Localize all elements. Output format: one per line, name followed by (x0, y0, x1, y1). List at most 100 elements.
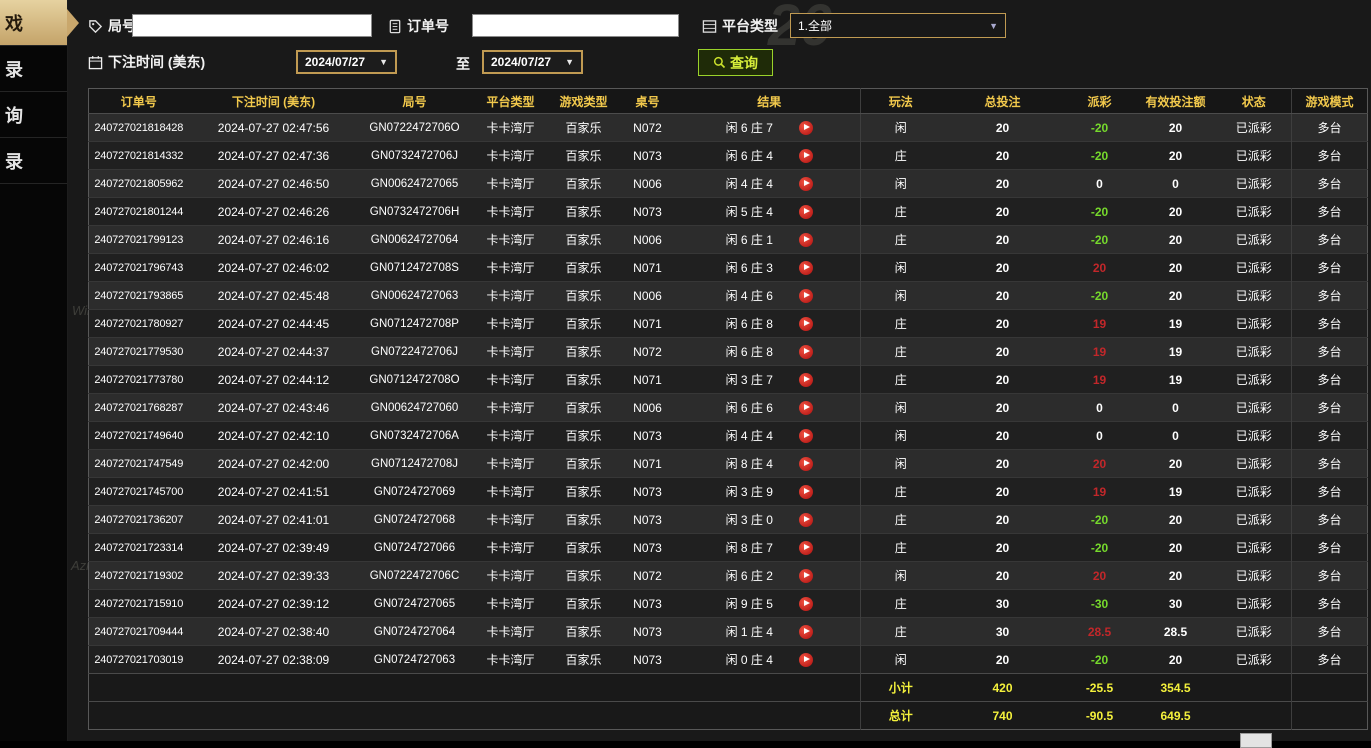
table-row: 240727021723314 2024-07-27 02:39:49 GN07… (89, 534, 1368, 562)
round-id-cell: GN0724727069 (359, 478, 471, 506)
replay-play-icon[interactable] (799, 625, 813, 639)
date-to-value: 2024/07/27 (491, 55, 551, 69)
replay-play-icon[interactable] (799, 317, 813, 331)
result-text: 闲 6 庄 7 (726, 119, 773, 136)
replay-play-icon[interactable] (799, 485, 813, 499)
replay-play-icon[interactable] (799, 177, 813, 191)
result-cell: 闲 6 庄 8 (679, 338, 861, 366)
payout-cell: 0 (1065, 422, 1135, 450)
play-type-cell: 闲 (861, 282, 941, 310)
replay-play-icon[interactable] (799, 401, 813, 415)
result-text: 闲 6 庄 8 (726, 343, 773, 360)
total-bet-cell: 20 (941, 170, 1065, 198)
document-icon (388, 19, 402, 34)
game-mode-cell: 多台 (1292, 478, 1368, 506)
bet-time-cell: 2024-07-27 02:42:10 (189, 422, 359, 450)
replay-play-icon[interactable] (799, 345, 813, 359)
replay-play-icon[interactable] (799, 653, 813, 667)
table-row: 240727021747549 2024-07-27 02:42:00 GN07… (89, 450, 1368, 478)
replay-play-icon[interactable] (799, 121, 813, 135)
game-mode-cell: 多台 (1292, 506, 1368, 534)
payout-cell: 19 (1065, 478, 1135, 506)
round-id-cell: GN0712472708P (359, 310, 471, 338)
play-type-cell: 庄 (861, 366, 941, 394)
round-id-input[interactable] (132, 14, 372, 37)
subtotal-row: 小计 420 -25.5 354.5 (89, 674, 1368, 702)
table-row: 240727021793865 2024-07-27 02:45:48 GN00… (89, 282, 1368, 310)
replay-play-icon[interactable] (799, 513, 813, 527)
platform-type-select[interactable]: 1.全部 ▼ (790, 13, 1006, 38)
replay-play-icon[interactable] (799, 429, 813, 443)
round-id-cell: GN0732472706J (359, 142, 471, 170)
replay-play-icon[interactable] (799, 261, 813, 275)
replay-play-icon[interactable] (799, 597, 813, 611)
game-type-cell: 百家乐 (551, 394, 617, 422)
replay-play-icon[interactable] (799, 149, 813, 163)
bet-time-cell: 2024-07-27 02:39:12 (189, 590, 359, 618)
round-id-label-group: 局号 (88, 14, 136, 38)
sidebar-item-label: 录 (5, 148, 23, 174)
tag-icon (88, 19, 103, 34)
platform-cell: 卡卡湾厅 (471, 226, 551, 254)
payout-cell: -20 (1065, 226, 1135, 254)
result-cell: 闲 6 庄 3 (679, 254, 861, 282)
table-row: 240727021796743 2024-07-27 02:46:02 GN07… (89, 254, 1368, 282)
replay-play-icon[interactable] (799, 569, 813, 583)
sidebar-item-query[interactable]: 询 (0, 92, 67, 138)
play-type-cell: 闲 (861, 170, 941, 198)
table-no-cell: N073 (617, 422, 679, 450)
replay-play-icon[interactable] (799, 541, 813, 555)
play-type-cell: 庄 (861, 506, 941, 534)
query-button[interactable]: 查询 (698, 49, 773, 76)
sidebar-item-game[interactable]: 戏 (0, 0, 67, 46)
date-to-select[interactable]: 2024/07/27 ▼ (482, 50, 583, 74)
betting-records-page: { "sidebar": { "items": [ { "label": "戏"… (0, 0, 1371, 741)
order-id-input[interactable] (472, 14, 679, 37)
game-type-cell: 百家乐 (551, 590, 617, 618)
result-text: 闲 9 庄 5 (726, 595, 773, 612)
filter-bar: 局号 订单号 平台类型 1.全部 ▼ 下注时间 (美东) 202 (68, 0, 1371, 88)
total-bet-cell: 20 (941, 310, 1065, 338)
result-text: 闲 4 庄 6 (726, 287, 773, 304)
valid-bet-cell: 20 (1135, 282, 1217, 310)
result-cell: 闲 6 庄 1 (679, 226, 861, 254)
result-text: 闲 0 庄 4 (726, 651, 773, 668)
table-no-cell: N006 (617, 282, 679, 310)
play-type-cell: 闲 (861, 254, 941, 282)
platform-cell: 卡卡湾厅 (471, 450, 551, 478)
platform-cell: 卡卡湾厅 (471, 338, 551, 366)
replay-play-icon[interactable] (799, 233, 813, 247)
round-id-cell: GN0722472706C (359, 562, 471, 590)
bet-time-cell: 2024-07-27 02:46:26 (189, 198, 359, 226)
play-type-cell: 庄 (861, 590, 941, 618)
sidebar-item-record-2[interactable]: 录 (0, 138, 67, 184)
round-id-cell: GN00624727060 (359, 394, 471, 422)
replay-play-icon[interactable] (799, 373, 813, 387)
round-id-cell: GN0732472706H (359, 198, 471, 226)
payout-cell: -20 (1065, 282, 1135, 310)
platform-cell: 卡卡湾厅 (471, 310, 551, 338)
payout-cell: -20 (1065, 114, 1135, 142)
sidebar-item-record-1[interactable]: 录 (0, 46, 67, 92)
valid-bet-cell: 28.5 (1135, 618, 1217, 646)
payout-cell: 20 (1065, 562, 1135, 590)
game-type-cell: 百家乐 (551, 282, 617, 310)
replay-play-icon[interactable] (799, 457, 813, 471)
replay-play-icon[interactable] (799, 289, 813, 303)
platform-cell: 卡卡湾厅 (471, 506, 551, 534)
round-id-cell: GN0724727064 (359, 618, 471, 646)
result-text: 闲 5 庄 4 (726, 203, 773, 220)
play-type-cell: 闲 (861, 422, 941, 450)
date-range-to-label: 至 (456, 52, 470, 76)
play-type-cell: 闲 (861, 114, 941, 142)
payout-cell: 0 (1065, 394, 1135, 422)
replay-play-icon[interactable] (799, 205, 813, 219)
result-cell: 闲 3 庄 0 (679, 506, 861, 534)
payout-cell: 0 (1065, 170, 1135, 198)
play-type-cell: 闲 (861, 450, 941, 478)
order-id-cell: 240727021818428 (89, 114, 189, 142)
date-from-select[interactable]: 2024/07/27 ▼ (296, 50, 397, 74)
platform-cell: 卡卡湾厅 (471, 254, 551, 282)
bet-time-cell: 2024-07-27 02:46:02 (189, 254, 359, 282)
col-header-game-type: 游戏类型 (551, 89, 617, 114)
